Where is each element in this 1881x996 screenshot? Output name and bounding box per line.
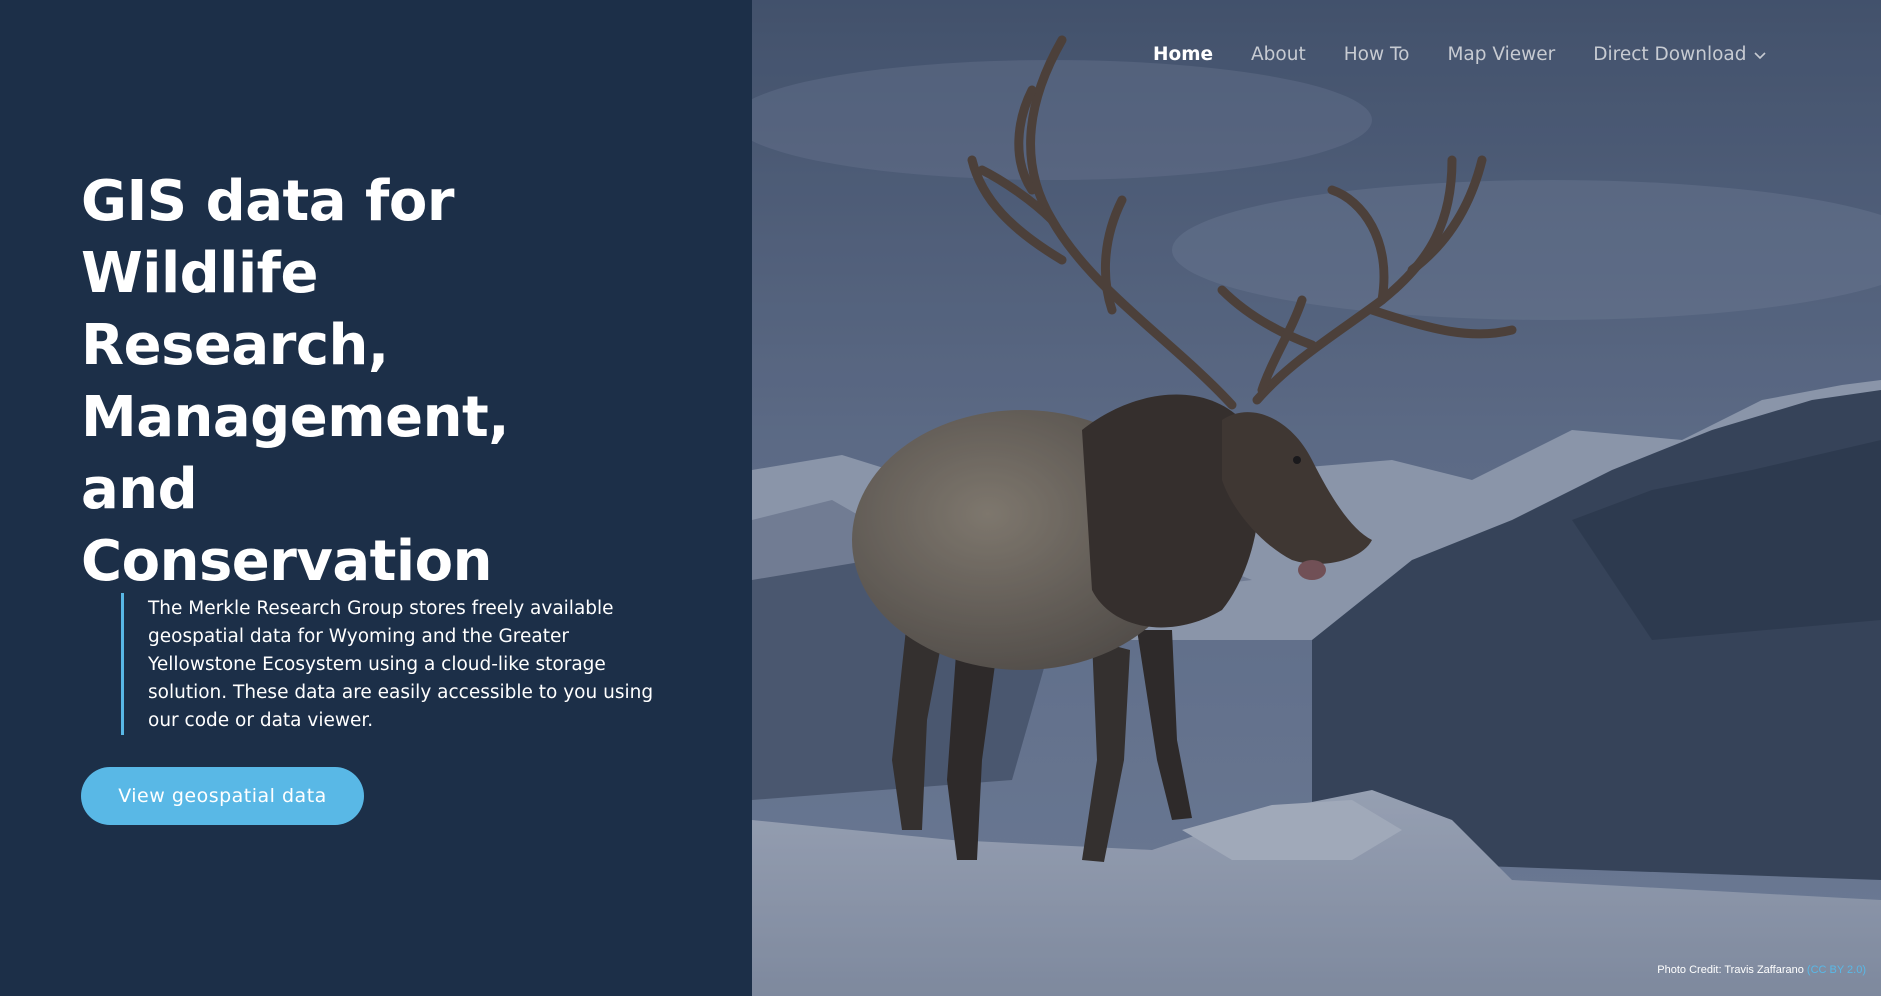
hero-description: The Merkle Research Group stores freely … [148, 598, 654, 731]
hero-title-line: Research, [81, 313, 389, 378]
hero-quote: The Merkle Research Group stores freely … [121, 593, 658, 735]
nav-item-how-to[interactable]: How To [1344, 44, 1410, 65]
hero-title-line: Conservation [81, 529, 492, 594]
nav-item-about[interactable]: About [1251, 44, 1306, 65]
view-geospatial-data-button[interactable]: View geospatial data [81, 767, 364, 825]
hero-title: GIS data for Wildlife Research, Manageme… [81, 166, 641, 598]
hero-title-line: Wildlife [81, 241, 318, 306]
hero-photo [752, 0, 1881, 996]
license-link[interactable]: (CC BY 2.0) [1807, 964, 1866, 976]
photo-credit: Photo Credit: Travis Zaffarano (CC BY 2.… [1657, 964, 1866, 976]
main-nav: Home About How To Map Viewer Direct Down… [1153, 44, 1767, 65]
nav-item-label: Direct Download [1593, 44, 1747, 65]
nav-item-map-viewer[interactable]: Map Viewer [1447, 44, 1555, 65]
nav-item-direct-download[interactable]: Direct Download [1593, 44, 1766, 65]
chevron-down-icon [1753, 51, 1766, 59]
nav-item-home[interactable]: Home [1153, 44, 1213, 65]
hero-title-line: Management, and [81, 385, 509, 522]
elk-photo-illustration [752, 0, 1881, 996]
photo-credit-text: Photo Credit: Travis Zaffarano [1657, 964, 1804, 976]
hero-panel: GIS data for Wildlife Research, Manageme… [0, 0, 752, 996]
hero-title-line: GIS data for [81, 169, 455, 234]
